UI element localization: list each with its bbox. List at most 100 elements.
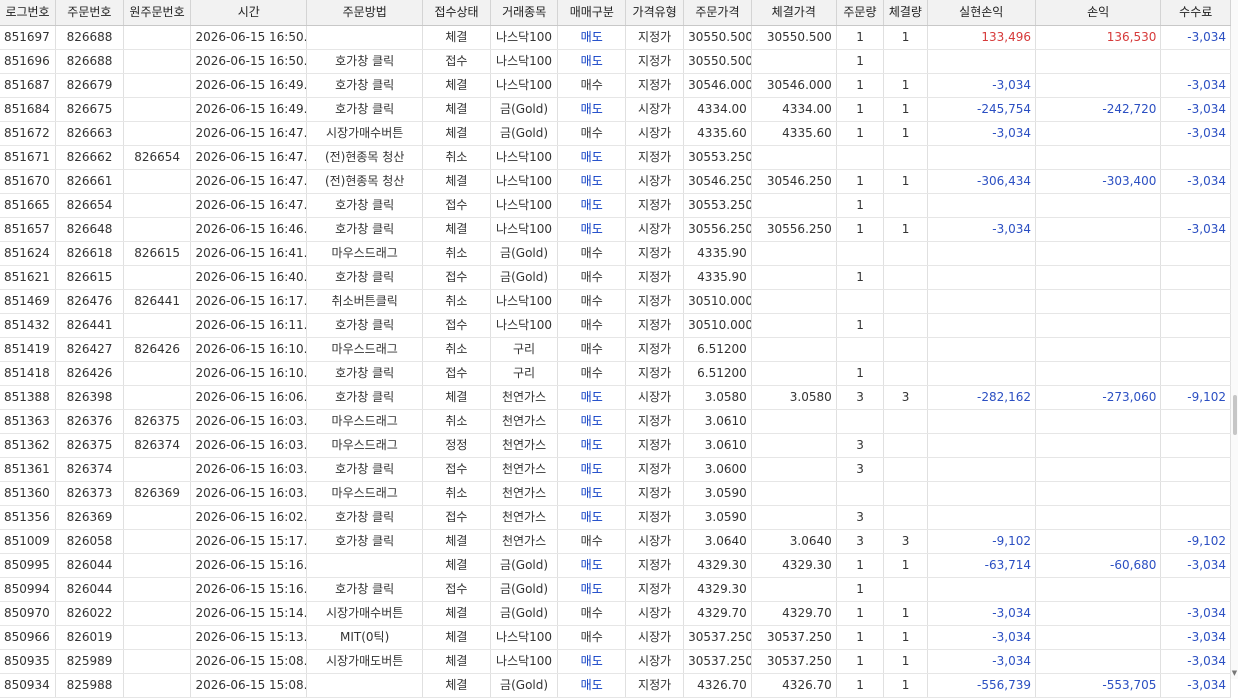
cell-status: 취소 bbox=[423, 290, 491, 313]
column-header-order-method[interactable]: 주문방법 bbox=[307, 0, 424, 25]
table-row[interactable]: 851356 826369 2026-06-15 16:02... 호가창 클릭 접수 천… bbox=[0, 506, 1231, 530]
table-row[interactable]: 851696 826688 2026-06-15 16:50... 호가창 클릭 접수 나… bbox=[0, 50, 1231, 74]
column-header-instrument[interactable]: 거래종목 bbox=[491, 0, 559, 25]
column-header-price-type[interactable]: 가격유형 bbox=[626, 0, 685, 25]
cell-commission bbox=[1161, 506, 1231, 529]
cell-order-method: 호가창 클릭 bbox=[307, 218, 424, 241]
cell-order-qty bbox=[837, 146, 885, 169]
cell-status: 취소 bbox=[423, 482, 491, 505]
table-row[interactable]: 851672 826663 2026-06-15 16:47... 시장가매수버튼 체결… bbox=[0, 122, 1231, 146]
cell-log-no: 851469 bbox=[0, 290, 57, 313]
table-row[interactable]: 850935 825989 2026-06-15 15:08... 시장가매도버튼 체결… bbox=[0, 650, 1231, 674]
scrollbar-thumb[interactable] bbox=[1233, 395, 1237, 435]
cell-commission bbox=[1161, 314, 1231, 337]
table-row[interactable]: 851363 826376 826375 2026-06-15 16:03... 마우스… bbox=[0, 410, 1231, 434]
cell-time: 2026-06-15 16:40... bbox=[191, 266, 308, 289]
cell-pnl bbox=[1036, 314, 1162, 337]
cell-log-no: 851621 bbox=[0, 266, 57, 289]
cell-fill-qty bbox=[884, 266, 928, 289]
column-header-order-no[interactable]: 주문번호 bbox=[56, 0, 124, 25]
table-row[interactable]: 851418 826426 2026-06-15 16:10... 호가창 클릭 접수 구… bbox=[0, 362, 1231, 386]
cell-time: 2026-06-15 16:03... bbox=[191, 482, 308, 505]
cell-realized-pnl bbox=[928, 482, 1036, 505]
cell-pnl bbox=[1036, 242, 1162, 265]
cell-status: 체결 bbox=[423, 218, 491, 241]
table-row[interactable]: 851697 826688 2026-06-15 16:50... 체결 나스닥100 매… bbox=[0, 26, 1231, 50]
cell-time: 2026-06-15 16:17... bbox=[191, 290, 308, 313]
cell-time: 2026-06-15 16:49... bbox=[191, 98, 308, 121]
cell-order-no: 826375 bbox=[56, 434, 124, 457]
cell-order-no: 826019 bbox=[56, 626, 124, 649]
cell-order-qty: 3 bbox=[837, 458, 885, 481]
column-header-order-price[interactable]: 주문가격 bbox=[684, 0, 752, 25]
cell-order-method: 시장가매도버튼 bbox=[307, 650, 424, 673]
cell-order-price: 4335.90 bbox=[684, 266, 752, 289]
cell-fill-price: 4329.70 bbox=[752, 602, 837, 625]
column-header-commission[interactable]: 수수료 bbox=[1161, 0, 1232, 25]
cell-orig-order-no bbox=[124, 122, 192, 145]
table-row[interactable]: 851684 826675 2026-06-15 16:49... 호가창 클릭 체결 금… bbox=[0, 98, 1231, 122]
cell-commission bbox=[1161, 266, 1231, 289]
table-row[interactable]: 850995 826044 2026-06-15 15:16... 체결 금(Gold)… bbox=[0, 554, 1231, 578]
cell-realized-pnl bbox=[928, 506, 1036, 529]
column-header-fill-price[interactable]: 체결가격 bbox=[752, 0, 837, 25]
column-header-realized-pnl[interactable]: 실현손익 bbox=[928, 0, 1036, 25]
cell-time: 2026-06-15 15:16... bbox=[191, 554, 308, 577]
table-row[interactable]: 851360 826373 826369 2026-06-15 16:03... 마우스… bbox=[0, 482, 1231, 506]
table-row[interactable]: 851469 826476 826441 2026-06-15 16:17... 취소버… bbox=[0, 290, 1231, 314]
cell-commission bbox=[1161, 242, 1231, 265]
scroll-down-arrow-icon[interactable]: ▼ bbox=[1231, 669, 1238, 677]
table-row[interactable]: 850994 826044 2026-06-15 15:16... 호가창 클릭 접수 금… bbox=[0, 578, 1231, 602]
cell-fill-price: 3.0580 bbox=[752, 386, 837, 409]
cell-log-no: 851361 bbox=[0, 458, 57, 481]
table-row[interactable]: 851670 826661 2026-06-15 16:47... (전)현종목 청산… bbox=[0, 170, 1231, 194]
cell-status: 취소 bbox=[423, 242, 491, 265]
cell-price-type: 지정가 bbox=[626, 26, 685, 49]
cell-orig-order-no bbox=[124, 554, 192, 577]
table-row[interactable]: 851665 826654 2026-06-15 16:47... 호가창 클릭 접수 나… bbox=[0, 194, 1231, 218]
column-header-pnl[interactable]: 손익 bbox=[1036, 0, 1162, 25]
cell-order-method: 마우스드래그 bbox=[307, 410, 424, 433]
table-row[interactable]: 851388 826398 2026-06-15 16:06... 호가창 클릭 체결 천… bbox=[0, 386, 1231, 410]
table-row[interactable]: 851657 826648 2026-06-15 16:46... 호가창 클릭 체결 나… bbox=[0, 218, 1231, 242]
cell-side: 매도 bbox=[558, 434, 627, 457]
cell-time: 2026-06-15 16:47... bbox=[191, 146, 308, 169]
cell-order-method: (전)현종목 청산 bbox=[307, 146, 424, 169]
cell-fill-qty bbox=[884, 146, 928, 169]
cell-orig-order-no bbox=[124, 602, 192, 625]
table-row[interactable]: 850934 825988 2026-06-15 15:08... 체결 금(Gold)… bbox=[0, 674, 1231, 698]
table-row[interactable]: 851687 826679 2026-06-15 16:49... 호가창 클릭 체결 나… bbox=[0, 74, 1231, 98]
cell-order-price: 6.51200 bbox=[684, 362, 752, 385]
cell-commission bbox=[1161, 410, 1231, 433]
column-header-order-qty[interactable]: 주문량 bbox=[837, 0, 885, 25]
table-row[interactable]: 851009 826058 2026-06-15 15:17... 호가창 클릭 체결 천… bbox=[0, 530, 1231, 554]
cell-price-type: 시장가 bbox=[626, 530, 685, 553]
table-row[interactable]: 850970 826022 2026-06-15 15:14... 시장가매수버튼 체결… bbox=[0, 602, 1231, 626]
column-header-orig-order-no[interactable]: 원주문번호 bbox=[124, 0, 192, 25]
table-row[interactable]: 851361 826374 2026-06-15 16:03... 호가창 클릭 접수 천… bbox=[0, 458, 1231, 482]
cell-order-no: 826663 bbox=[56, 122, 124, 145]
cell-realized-pnl: -3,034 bbox=[928, 626, 1036, 649]
table-row[interactable]: 851432 826441 2026-06-15 16:11... 호가창 클릭 접수 나… bbox=[0, 314, 1231, 338]
cell-side: 매수 bbox=[558, 530, 627, 553]
cell-commission bbox=[1161, 338, 1231, 361]
table-row[interactable]: 851671 826662 826654 2026-06-15 16:47... (전)… bbox=[0, 146, 1231, 170]
cell-side: 매도 bbox=[558, 650, 627, 673]
column-header-time[interactable]: 시간 bbox=[191, 0, 308, 25]
table-row[interactable]: 850966 826019 2026-06-15 15:13... MIT(0틱) 체결… bbox=[0, 626, 1231, 650]
table-row[interactable]: 851362 826375 826374 2026-06-15 16:03... 마우스… bbox=[0, 434, 1231, 458]
vertical-scrollbar[interactable]: ▼ bbox=[1231, 0, 1238, 679]
cell-order-price: 4326.70 bbox=[684, 674, 752, 697]
table-row[interactable]: 851624 826618 826615 2026-06-15 16:41... 마우스… bbox=[0, 242, 1231, 266]
column-header-side[interactable]: 매매구분 bbox=[558, 0, 627, 25]
column-header-fill-qty[interactable]: 체결량 bbox=[884, 0, 928, 25]
table-row[interactable]: 851419 826427 826426 2026-06-15 16:10... 마우스… bbox=[0, 338, 1231, 362]
cell-order-qty: 1 bbox=[837, 362, 885, 385]
column-header-status[interactable]: 접수상태 bbox=[423, 0, 491, 25]
table-row[interactable]: 851621 826615 2026-06-15 16:40... 호가창 클릭 접수 금… bbox=[0, 266, 1231, 290]
column-header-log-no[interactable]: 로그번호 bbox=[0, 0, 57, 25]
cell-fill-price: 30537.250 bbox=[752, 626, 837, 649]
cell-instrument: 나스닥100 bbox=[491, 50, 559, 73]
cell-realized-pnl bbox=[928, 146, 1036, 169]
cell-pnl bbox=[1036, 626, 1162, 649]
